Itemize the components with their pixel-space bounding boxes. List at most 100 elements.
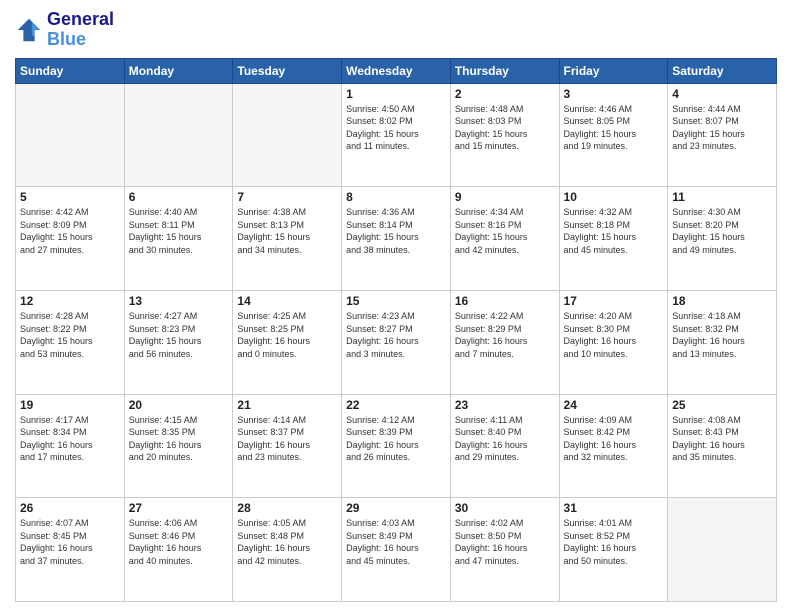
- day-number: 18: [672, 294, 772, 308]
- day-number: 20: [129, 398, 229, 412]
- day-number: 30: [455, 501, 555, 515]
- logo-text: General Blue: [47, 10, 114, 50]
- calendar-cell: [233, 83, 342, 187]
- day-number: 10: [564, 190, 664, 204]
- calendar-cell: 9 Sunrise: 4:34 AM Sunset: 8:16 PM Daylig…: [450, 187, 559, 291]
- calendar-cell: 30 Sunrise: 4:02 AM Sunset: 8:50 PM Dayli…: [450, 498, 559, 602]
- calendar-cell: 17Sunrise: 4:20 AM Sunset: 8:30 PM Dayli…: [559, 290, 668, 394]
- day-info: Sunrise: 4:15 AM Sunset: 8:35 PM Dayligh…: [129, 414, 229, 464]
- calendar-cell: 19 Sunrise: 4:17 AM Sunset: 8:34 PM Dayli…: [16, 394, 125, 498]
- day-info: Sunrise: 4:08 AM Sunset: 8:43 PM Dayligh…: [672, 414, 772, 464]
- day-number: 12: [20, 294, 120, 308]
- day-info: Sunrise: 4:32 AM Sunset: 8:18 PM Dayligh…: [564, 206, 664, 256]
- day-number: 22: [346, 398, 446, 412]
- logo: General Blue: [15, 10, 114, 50]
- day-info: Sunrise: 4:11 AM Sunset: 8:40 PM Dayligh…: [455, 414, 555, 464]
- day-number: 7: [237, 190, 337, 204]
- week-row-0: 1 Sunrise: 4:50 AM Sunset: 8:02 PM Daylig…: [16, 83, 777, 187]
- calendar-cell: 2 Sunrise: 4:48 AM Sunset: 8:03 PM Daylig…: [450, 83, 559, 187]
- day-info: Sunrise: 4:30 AM Sunset: 8:20 PM Dayligh…: [672, 206, 772, 256]
- day-number: 26: [20, 501, 120, 515]
- day-info: Sunrise: 4:06 AM Sunset: 8:46 PM Dayligh…: [129, 517, 229, 567]
- week-row-4: 26 Sunrise: 4:07 AM Sunset: 8:45 PM Dayli…: [16, 498, 777, 602]
- week-row-2: 12 Sunrise: 4:28 AM Sunset: 8:22 PM Dayli…: [16, 290, 777, 394]
- calendar-cell: 29Sunrise: 4:03 AM Sunset: 8:49 PM Dayli…: [342, 498, 451, 602]
- day-info: Sunrise: 4:02 AM Sunset: 8:50 PM Dayligh…: [455, 517, 555, 567]
- day-number: 6: [129, 190, 229, 204]
- calendar-cell: 16Sunrise: 4:22 AM Sunset: 8:29 PM Dayli…: [450, 290, 559, 394]
- day-info: Sunrise: 4:34 AM Sunset: 8:16 PM Dayligh…: [455, 206, 555, 256]
- day-number: 29: [346, 501, 446, 515]
- day-number: 28: [237, 501, 337, 515]
- day-number: 5: [20, 190, 120, 204]
- calendar-cell: 25 Sunrise: 4:08 AM Sunset: 8:43 PM Dayli…: [668, 394, 777, 498]
- day-number: 21: [237, 398, 337, 412]
- day-info: Sunrise: 4:40 AM Sunset: 8:11 PM Dayligh…: [129, 206, 229, 256]
- week-row-3: 19 Sunrise: 4:17 AM Sunset: 8:34 PM Dayli…: [16, 394, 777, 498]
- day-info: Sunrise: 4:46 AM Sunset: 8:05 PM Dayligh…: [564, 103, 664, 153]
- day-number: 2: [455, 87, 555, 101]
- day-info: Sunrise: 4:07 AM Sunset: 8:45 PM Dayligh…: [20, 517, 120, 567]
- calendar-cell: 24Sunrise: 4:09 AM Sunset: 8:42 PM Dayli…: [559, 394, 668, 498]
- logo-icon: [15, 16, 43, 44]
- calendar-cell: 31 Sunrise: 4:01 AM Sunset: 8:52 PM Dayli…: [559, 498, 668, 602]
- day-info: Sunrise: 4:48 AM Sunset: 8:03 PM Dayligh…: [455, 103, 555, 153]
- header: General Blue: [15, 10, 777, 50]
- day-number: 1: [346, 87, 446, 101]
- day-info: Sunrise: 4:01 AM Sunset: 8:52 PM Dayligh…: [564, 517, 664, 567]
- calendar-cell: 14 Sunrise: 4:25 AM Sunset: 8:25 PM Dayli…: [233, 290, 342, 394]
- col-header-sunday: Sunday: [16, 58, 125, 83]
- calendar-cell: 4 Sunrise: 4:44 AM Sunset: 8:07 PM Daylig…: [668, 83, 777, 187]
- day-info: Sunrise: 4:27 AM Sunset: 8:23 PM Dayligh…: [129, 310, 229, 360]
- day-info: Sunrise: 4:20 AM Sunset: 8:30 PM Dayligh…: [564, 310, 664, 360]
- day-info: Sunrise: 4:50 AM Sunset: 8:02 PM Dayligh…: [346, 103, 446, 153]
- calendar-cell: 28 Sunrise: 4:05 AM Sunset: 8:48 PM Dayli…: [233, 498, 342, 602]
- day-number: 27: [129, 501, 229, 515]
- calendar-cell: 21 Sunrise: 4:14 AM Sunset: 8:37 PM Dayli…: [233, 394, 342, 498]
- day-number: 23: [455, 398, 555, 412]
- col-header-saturday: Saturday: [668, 58, 777, 83]
- day-info: Sunrise: 4:28 AM Sunset: 8:22 PM Dayligh…: [20, 310, 120, 360]
- week-row-1: 5 Sunrise: 4:42 AM Sunset: 8:09 PM Daylig…: [16, 187, 777, 291]
- col-header-friday: Friday: [559, 58, 668, 83]
- day-info: Sunrise: 4:42 AM Sunset: 8:09 PM Dayligh…: [20, 206, 120, 256]
- calendar-cell: 22 Sunrise: 4:12 AM Sunset: 8:39 PM Dayli…: [342, 394, 451, 498]
- day-number: 19: [20, 398, 120, 412]
- calendar-cell: 6 Sunrise: 4:40 AM Sunset: 8:11 PM Daylig…: [124, 187, 233, 291]
- day-info: Sunrise: 4:12 AM Sunset: 8:39 PM Dayligh…: [346, 414, 446, 464]
- day-info: Sunrise: 4:05 AM Sunset: 8:48 PM Dayligh…: [237, 517, 337, 567]
- day-number: 3: [564, 87, 664, 101]
- col-header-tuesday: Tuesday: [233, 58, 342, 83]
- calendar-cell: 26 Sunrise: 4:07 AM Sunset: 8:45 PM Dayli…: [16, 498, 125, 602]
- calendar-cell: 20 Sunrise: 4:15 AM Sunset: 8:35 PM Dayli…: [124, 394, 233, 498]
- col-header-thursday: Thursday: [450, 58, 559, 83]
- calendar-table: SundayMondayTuesdayWednesdayThursdayFrid…: [15, 58, 777, 602]
- calendar-cell: [668, 498, 777, 602]
- day-info: Sunrise: 4:25 AM Sunset: 8:25 PM Dayligh…: [237, 310, 337, 360]
- day-info: Sunrise: 4:09 AM Sunset: 8:42 PM Dayligh…: [564, 414, 664, 464]
- calendar-cell: 8 Sunrise: 4:36 AM Sunset: 8:14 PM Daylig…: [342, 187, 451, 291]
- page: General Blue SundayMondayTuesdayWednesda…: [0, 0, 792, 612]
- calendar-cell: [16, 83, 125, 187]
- calendar-cell: [124, 83, 233, 187]
- calendar-cell: 12 Sunrise: 4:28 AM Sunset: 8:22 PM Dayli…: [16, 290, 125, 394]
- calendar-cell: 18 Sunrise: 4:18 AM Sunset: 8:32 PM Dayli…: [668, 290, 777, 394]
- day-info: Sunrise: 4:36 AM Sunset: 8:14 PM Dayligh…: [346, 206, 446, 256]
- calendar-cell: 23 Sunrise: 4:11 AM Sunset: 8:40 PM Dayli…: [450, 394, 559, 498]
- day-number: 14: [237, 294, 337, 308]
- calendar-cell: 15Sunrise: 4:23 AM Sunset: 8:27 PM Dayli…: [342, 290, 451, 394]
- col-header-monday: Monday: [124, 58, 233, 83]
- day-info: Sunrise: 4:44 AM Sunset: 8:07 PM Dayligh…: [672, 103, 772, 153]
- day-number: 31: [564, 501, 664, 515]
- day-number: 9: [455, 190, 555, 204]
- day-info: Sunrise: 4:17 AM Sunset: 8:34 PM Dayligh…: [20, 414, 120, 464]
- day-number: 8: [346, 190, 446, 204]
- day-info: Sunrise: 4:18 AM Sunset: 8:32 PM Dayligh…: [672, 310, 772, 360]
- day-number: 25: [672, 398, 772, 412]
- day-number: 4: [672, 87, 772, 101]
- day-number: 16: [455, 294, 555, 308]
- col-header-wednesday: Wednesday: [342, 58, 451, 83]
- day-info: Sunrise: 4:14 AM Sunset: 8:37 PM Dayligh…: [237, 414, 337, 464]
- day-number: 11: [672, 190, 772, 204]
- day-number: 13: [129, 294, 229, 308]
